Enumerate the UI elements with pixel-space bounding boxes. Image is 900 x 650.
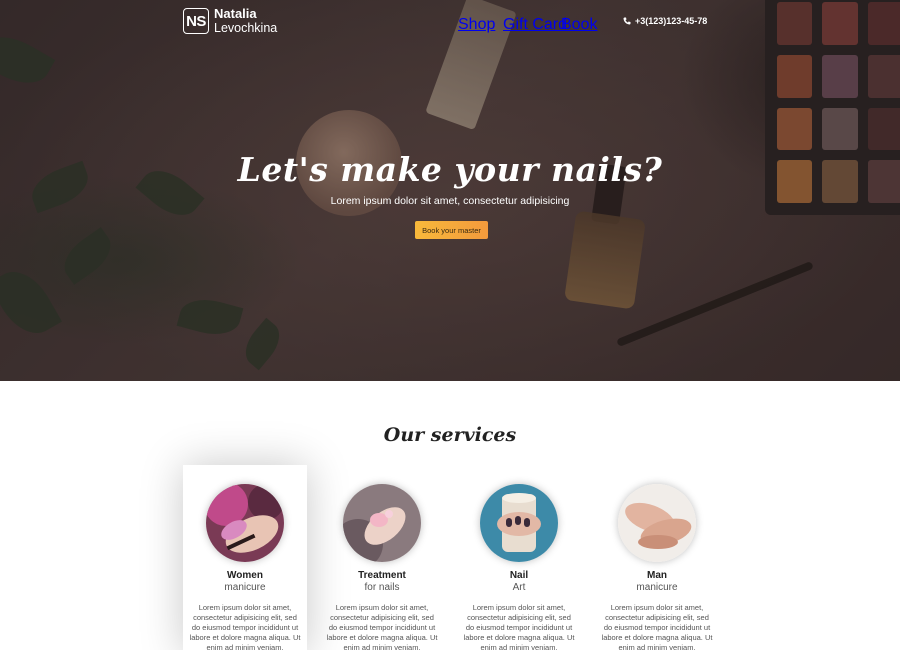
service-description: Lorem ipsum dolor sit amet, consectetur … (601, 603, 713, 650)
service-image-women-manicure (206, 484, 284, 562)
service-card-women-manicure[interactable]: Women manicure Lorem ipsum dolor sit ame… (183, 465, 307, 650)
hero-title: Let's make your nails? (237, 150, 663, 189)
brand-first-name: Natalia (214, 6, 257, 21)
nav-item-shop[interactable]: Shop (458, 16, 495, 34)
service-subtitle: for nails (364, 582, 400, 593)
service-description: Lorem ipsum dolor sit amet, consectetur … (463, 603, 575, 650)
service-name: Treatment (358, 570, 406, 581)
service-image-treatment (343, 484, 421, 562)
service-card-man-manicure[interactable]: Man manicure Lorem ipsum dolor sit amet,… (595, 465, 719, 650)
phone-icon (623, 17, 631, 25)
phone-link[interactable]: +3(123)123-45-78 (623, 16, 707, 26)
phone-number: +3(123)123-45-78 (635, 16, 708, 26)
hero-overlay (0, 0, 900, 381)
nav-item-gift-card[interactable]: Gift Card (503, 16, 567, 34)
service-subtitle: manicure (636, 582, 678, 593)
services-title: Our services (383, 424, 517, 446)
hero-banner: NS Natalia Levochkina Shop Gift Card Boo… (0, 0, 900, 381)
logo-mark[interactable]: NS (183, 8, 209, 34)
hero-subtitle: Lorem ipsum dolor sit amet, consectetur … (330, 195, 570, 207)
book-master-button[interactable]: Book your master (415, 221, 488, 239)
service-name: Nail (509, 570, 529, 581)
service-name: Women (227, 570, 263, 581)
service-image-nail-art (480, 484, 558, 562)
service-card-nail-art[interactable]: Nail Art Lorem ipsum dolor sit amet, con… (457, 465, 581, 650)
service-image-man-manicure (618, 484, 696, 562)
service-name: Man (647, 570, 667, 581)
service-description: Lorem ipsum dolor sit amet, consectetur … (326, 603, 438, 650)
service-subtitle: manicure (224, 582, 266, 593)
brand-name[interactable]: Natalia Levochkina (214, 6, 278, 36)
service-description: Lorem ipsum dolor sit amet, consectetur … (189, 603, 301, 650)
brand-last-name: Levochkina (214, 21, 278, 35)
service-card-treatment[interactable]: Treatment for nails Lorem ipsum dolor si… (320, 465, 444, 650)
service-subtitle: Art (512, 582, 526, 593)
nav-item-book[interactable]: Book (561, 16, 597, 34)
